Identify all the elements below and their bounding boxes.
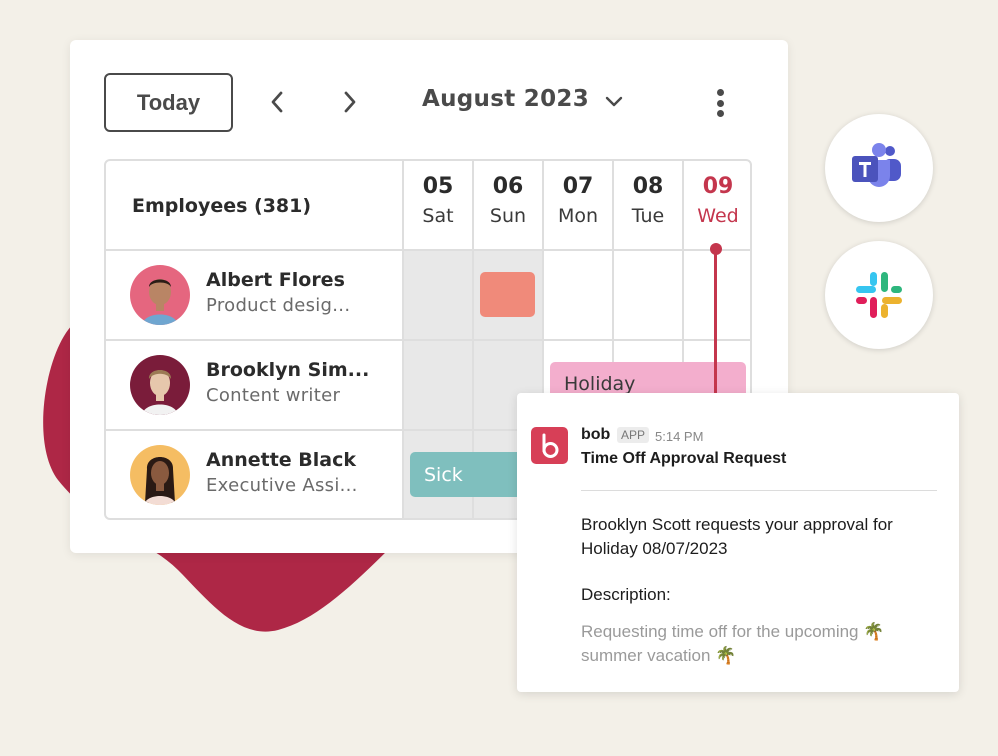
employee-name: Brooklyn Sim... [206,359,370,381]
today-marker-line [714,251,717,401]
employee-role: Product desig... [206,295,351,316]
person-icon [144,457,176,505]
description-label: Description: [581,585,671,604]
employee-row[interactable]: Albert Flores Product desig... [106,251,402,339]
employee-role: Executive Assi... [206,475,358,496]
day-name: Sun [489,205,527,227]
person-icon [142,370,178,415]
bob-app-avatar [531,427,568,464]
day-header[interactable]: 05 Sat [404,173,472,231]
message-timestamp[interactable]: 5:14 PM [655,429,703,444]
microsoft-teams-icon [852,143,901,187]
employee-name: Albert Flores [206,269,345,291]
person-icon [142,279,178,325]
avatar [130,445,190,505]
day-header[interactable]: 08 Tue [614,173,682,231]
employees-header: Employees (381) [132,195,312,217]
day-name: Wed [697,205,739,227]
day-number: 07 [562,174,594,199]
day-number: 09 [702,174,734,199]
day-number: 08 [632,174,664,199]
approval-request-message: bob APP 5:14 PM Time Off Approval Reques… [517,393,959,692]
month-selector[interactable]: August 2023 [422,86,589,112]
chevron-down-icon [605,96,623,107]
app-badge: APP [617,427,650,443]
message-sender[interactable]: bob [581,426,610,444]
day-number: 05 [422,174,454,199]
message-body: Brooklyn Scott requests your approval fo… [581,515,893,558]
day-header[interactable]: 06 Sun [474,173,542,231]
avatar [130,355,190,415]
employee-row[interactable]: Brooklyn Sim... Content writer [106,341,402,429]
day-header-today[interactable]: 09 Wed [684,173,750,231]
day-name: Tue [631,205,665,227]
chevron-right-icon [344,91,356,113]
microsoft-teams-button[interactable] [825,114,933,222]
bob-logo-icon [542,433,558,458]
employee-name: Annette Black [206,449,357,471]
dot-icon [716,110,724,117]
previous-button[interactable] [265,90,289,114]
month-dropdown-toggle[interactable] [604,92,624,112]
next-button[interactable] [338,90,362,114]
time-off-event[interactable] [480,272,535,317]
description-text: Requesting time off for the upcoming 🌴 s… [581,622,885,665]
employee-role: Content writer [206,385,341,406]
employee-row[interactable]: Annette Black Executive Assi... [106,431,402,518]
day-header[interactable]: 07 Mon [544,173,612,231]
slack-button[interactable] [825,241,933,349]
day-number: 06 [492,174,524,199]
dot-icon [716,89,724,96]
day-name: Sat [422,205,454,227]
chevron-left-icon [271,91,283,113]
slack-icon [856,272,902,318]
message-divider [581,490,937,491]
day-name: Mon [557,205,599,227]
dot-icon [716,99,724,107]
message-title: Time Off Approval Request [581,450,787,467]
more-options-button[interactable] [710,86,730,120]
today-button[interactable]: Today [104,73,233,132]
avatar [130,265,190,325]
